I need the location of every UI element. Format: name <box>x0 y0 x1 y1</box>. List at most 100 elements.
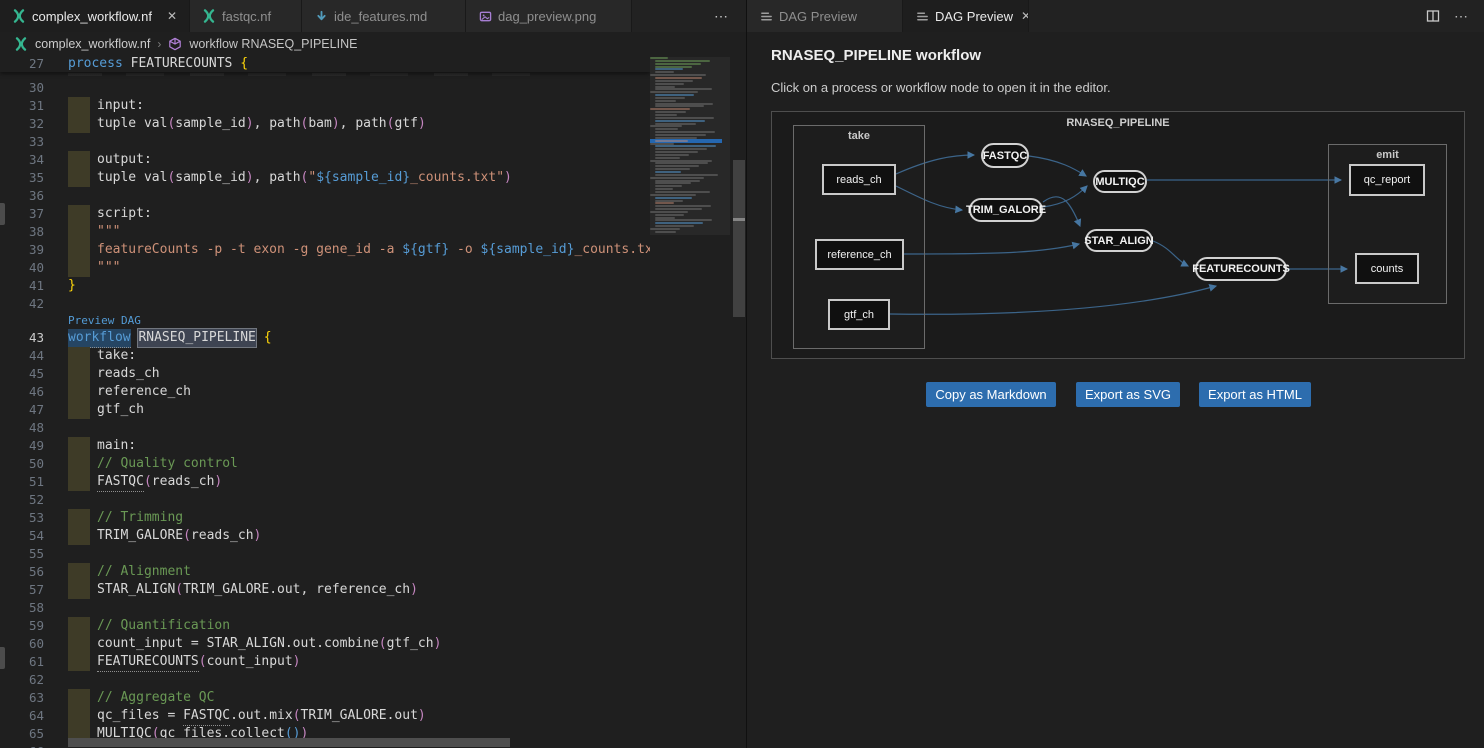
code-line-56[interactable]: 56// Alignment <box>0 563 650 581</box>
minimap[interactable] <box>650 55 730 748</box>
tab-label: DAG Preview <box>779 9 857 24</box>
line-number: 27 <box>0 55 44 73</box>
gutter-change-block <box>68 401 90 419</box>
close-tab-icon[interactable]: ✕ <box>165 9 179 23</box>
code-line-34[interactable]: 34output: <box>0 151 650 169</box>
minimap-line <box>650 91 698 93</box>
breadcrumb-file[interactable]: complex_workflow.nf <box>35 37 150 51</box>
tab-left-ide-features-md[interactable]: ide_features.md <box>302 0 466 32</box>
code-line-38[interactable]: 38""" <box>0 223 650 241</box>
code-line-52[interactable]: 52 <box>0 491 650 509</box>
code-line-58[interactable]: 58 <box>0 599 650 617</box>
export-as-html-button[interactable]: Export as HTML <box>1199 382 1311 407</box>
code-line-37[interactable]: 37script: <box>0 205 650 223</box>
code-line-60[interactable]: 60count_input = STAR_ALIGN.out.combine(g… <box>0 635 650 653</box>
code-line-40[interactable]: 40""" <box>0 259 650 277</box>
dag-node-reads_ch[interactable]: reads_ch <box>822 164 896 195</box>
tab-right-dag-preview[interactable]: DAG Preview✕ <box>903 0 1029 32</box>
tab-left-dag-preview-png[interactable]: dag_preview.png <box>466 0 632 32</box>
code-line-48[interactable]: 48 <box>0 419 650 437</box>
code-line-44[interactable]: 44take: <box>0 347 650 365</box>
dag-edge-reference_ch-to-STAR_ALIGN <box>904 244 1079 254</box>
code-token: reads_ch <box>152 473 215 491</box>
code-line-31[interactable]: 31input: <box>0 97 650 115</box>
code-line-53[interactable]: 53// Trimming <box>0 509 650 527</box>
code-line-45[interactable]: 45reads_ch <box>0 365 650 383</box>
dag-node-STAR_ALIGN[interactable]: STAR_ALIGN <box>1085 229 1153 252</box>
code-line-61[interactable]: 61FEATURECOUNTS(count_input) <box>0 653 650 671</box>
breadcrumb-symbol[interactable]: workflow RNASEQ_PIPELINE <box>189 37 357 51</box>
code-editor[interactable]: 27process FEATURECOUNTS { 3031input:32tup… <box>0 55 746 748</box>
dag-node-MULTIQC[interactable]: MULTIQC <box>1093 170 1147 193</box>
code-token: sample_id <box>175 169 245 187</box>
code-line-27[interactable]: 27process FEATURECOUNTS { <box>0 55 650 72</box>
gutter-change-block <box>68 527 90 545</box>
code-line-36[interactable]: 36 <box>0 187 650 205</box>
code-token: reads_ch <box>97 365 160 383</box>
code-line-54[interactable]: 54TRIM_GALORE(reads_ch) <box>0 527 650 545</box>
code-line-64[interactable]: 64qc_files = FASTQC.out.mix(TRIM_GALORE.… <box>0 707 650 725</box>
code-line-35[interactable]: 35tuple val(sample_id), path("${sample_i… <box>0 169 650 187</box>
dag-node-FEATURECOUNTS[interactable]: FEATURECOUNTS <box>1195 257 1287 281</box>
code-token: featureCounts -p -t exon -g gene_id -a <box>97 241 402 259</box>
minimap-line <box>655 180 700 182</box>
code-token: ( <box>167 115 175 133</box>
code-line-43[interactable]: 43workflow RNASEQ_PIPELINE { <box>0 329 650 347</box>
code-token: ( <box>387 115 395 133</box>
code-line-50[interactable]: 50// Quality control <box>0 455 650 473</box>
dag-node-reference_ch[interactable]: reference_ch <box>815 239 904 270</box>
minimap-line <box>655 200 683 202</box>
code-line-39[interactable]: 39featureCounts -p -t exon -g gene_id -a… <box>0 241 650 259</box>
tab-left-complex-workflow-nf[interactable]: complex_workflow.nf✕ <box>0 0 190 32</box>
code-line-51[interactable]: 51FASTQC(reads_ch) <box>0 473 650 491</box>
line-number: 54 <box>0 527 44 545</box>
dag-node-TRIM_GALORE[interactable]: TRIM_GALORE <box>969 198 1043 222</box>
codelens-preview-dag[interactable]: Preview DAG <box>0 313 650 329</box>
code-line-47[interactable]: 47gtf_ch <box>0 401 650 419</box>
code-line-42[interactable]: 42 <box>0 295 650 313</box>
dag-node-counts[interactable]: counts <box>1355 253 1419 284</box>
code-line-49[interactable]: 49main: <box>0 437 650 455</box>
partially-scrolled-line <box>0 72 650 79</box>
dag-node-FASTQC[interactable]: FASTQC <box>981 143 1029 168</box>
line-number: 65 <box>0 725 44 743</box>
code-line-30[interactable]: 30 <box>0 79 650 97</box>
code-line-62[interactable]: 62 <box>0 671 650 689</box>
code-line-55[interactable]: 55 <box>0 545 650 563</box>
vertical-scrollbar[interactable] <box>733 160 745 317</box>
more-actions-icon[interactable]: ⋯ <box>1454 8 1470 25</box>
code-line-32[interactable]: 32tuple val(sample_id), path(bam), path(… <box>0 115 650 133</box>
code-token: TRIM_GALORE.out <box>301 707 418 725</box>
minimap-line <box>650 228 680 230</box>
gutter-change-block <box>68 689 90 707</box>
dag-node-gtf_ch[interactable]: gtf_ch <box>828 299 890 330</box>
line-number: 33 <box>0 133 44 151</box>
export-as-svg-button[interactable]: Export as SVG <box>1076 382 1180 407</box>
code-token: gtf_ch <box>387 635 434 653</box>
code-token: ( <box>183 527 191 545</box>
tab-left-fastqc-nf[interactable]: fastqc.nf <box>190 0 302 32</box>
code-token: ( <box>379 635 387 653</box>
split-editor-icon[interactable] <box>1426 9 1440 23</box>
code-lines[interactable]: 27process FEATURECOUNTS { 3031input:32tup… <box>0 55 650 748</box>
more-tabs-button[interactable]: ⋯ <box>698 8 746 25</box>
minimap-line <box>655 188 673 190</box>
horizontal-scrollbar[interactable] <box>68 738 510 747</box>
code-line-33[interactable]: 33 <box>0 133 650 151</box>
gutter-change-block <box>68 97 90 115</box>
copy-as-markdown-button[interactable]: Copy as Markdown <box>926 382 1056 407</box>
tab-right-dag-preview[interactable]: DAG Preview <box>747 0 903 32</box>
line-number: 62 <box>0 671 44 689</box>
gutter-change-block <box>68 223 90 241</box>
code-line-57[interactable]: 57STAR_ALIGN(TRIM_GALORE.out, reference_… <box>0 581 650 599</box>
right-tabs: DAG Preview DAG Preview✕ <box>747 0 1029 32</box>
code-line-46[interactable]: 46reference_ch <box>0 383 650 401</box>
code-line-59[interactable]: 59// Quantification <box>0 617 650 635</box>
code-line-63[interactable]: 63// Aggregate QC <box>0 689 650 707</box>
close-tab-icon[interactable]: ✕ <box>1019 9 1029 23</box>
dag-node-qc_report[interactable]: qc_report <box>1349 164 1425 196</box>
code-token: main: <box>97 437 136 455</box>
code-token: script: <box>97 205 152 223</box>
code-line-41[interactable]: 41} <box>0 277 650 295</box>
code-token: // Quantification <box>97 617 230 635</box>
